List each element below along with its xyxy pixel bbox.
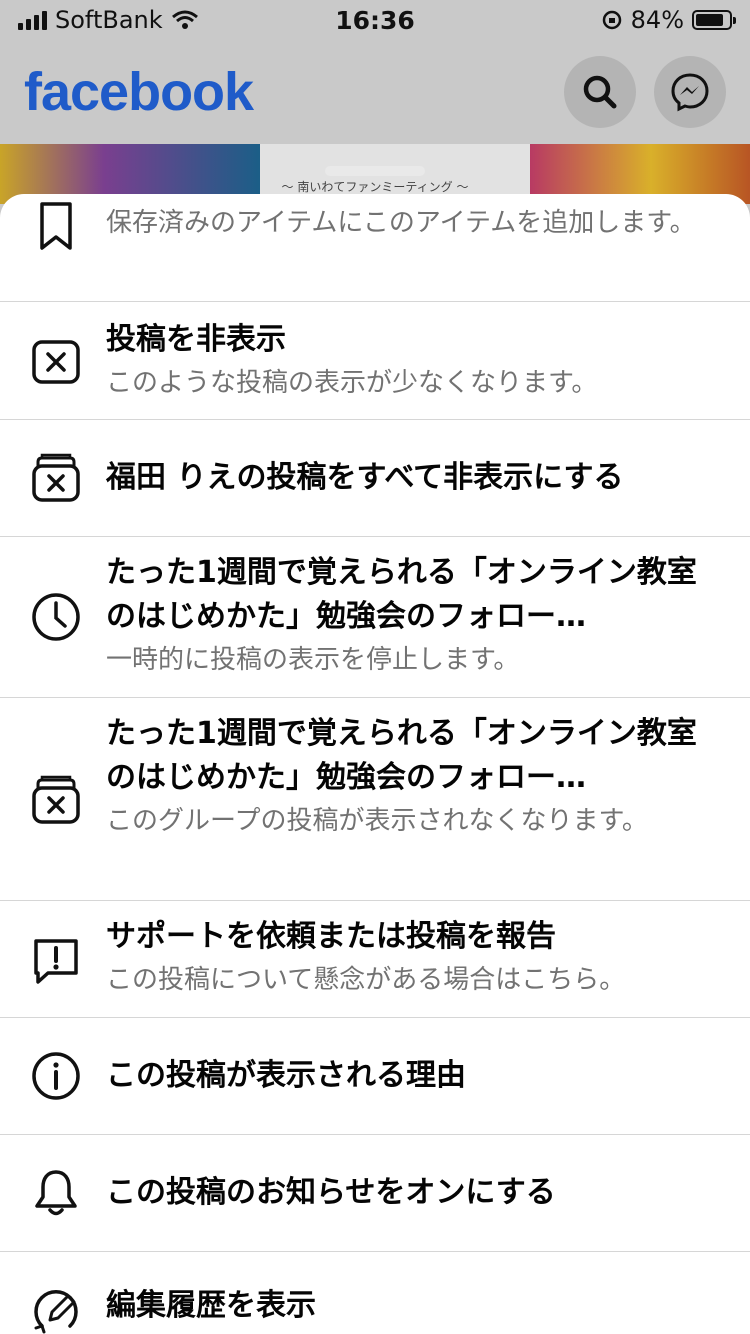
header-actions [564,56,726,128]
signal-icon [18,10,47,30]
carrier-label: SoftBank [55,6,163,34]
menu-item-title: サポートを依頼または投稿を報告 [106,919,556,954]
clock-icon [32,593,80,641]
status-left: SoftBank [18,6,199,34]
hide-all-icon [32,453,80,502]
menu-item-title: たった1週間で覚えられる「オンライン教室のはじめかた」勉強会のフォロー… [106,555,697,634]
sheet-drag-handle[interactable] [325,166,425,176]
menu-item-save[interactable]: 保存済みのアイテムにこのアイテムを追加します。 [0,194,750,302]
report-icon [34,939,78,984]
orientation-lock-icon [602,10,621,30]
menu-item-title: 投稿を非表示 [106,322,286,357]
bell-icon [35,1170,77,1216]
menu-item-subtitle: このような投稿の表示が少なくなります。 [106,368,598,398]
menu-item-title: この投稿が表示される理由 [106,1058,466,1093]
menu-item-notifications[interactable]: この投稿のお知らせをオンにする [0,1135,750,1252]
menu-item-title: この投稿のお知らせをオンにする [106,1175,556,1210]
menu-item-hide-post[interactable]: 投稿を非表示 このような投稿の表示が少なくなります。 [0,302,750,420]
facebook-logo[interactable]: facebook [24,61,254,123]
app-header: facebook [0,40,750,144]
menu-item-snooze-group[interactable]: たった1週間で覚えられる「オンライン教室のはじめかた」勉強会のフォロー… 一時的… [0,537,750,698]
menu-item-title: 福田 りえの投稿をすべて非表示にする [106,460,624,495]
messenger-button[interactable] [654,56,726,128]
menu-item-report[interactable]: サポートを依頼または投稿を報告 この投稿について懸念がある場合はこちら。 [0,901,750,1018]
menu-item-subtitle: 保存済みのアイテムにこのアイテムを追加します。 [106,208,696,238]
menu-item-hide-group[interactable]: たった1週間で覚えられる「オンライン教室のはじめかた」勉強会のフォロー… このグ… [0,698,750,901]
messenger-icon [671,73,709,112]
menu-item-subtitle: この投稿について懸念がある場合はこちら。 [106,965,626,995]
edit-history-icon [34,1289,78,1334]
menu-item-title: 編集履歴を表示 [106,1288,316,1323]
banner-caption: ～ 南いわてファンミーティング ～ [281,180,469,194]
menu-item-subtitle: このグループの投稿が表示されなくなります。 [106,806,648,836]
status-bar: SoftBank 16:36 84% [0,0,750,40]
post-options-sheet: 保存済みのアイテムにこのアイテムを追加します。 投稿を非表示 このような投稿の表… [0,194,750,1334]
bookmark-icon [40,202,72,250]
hide-group-icon [32,775,80,824]
menu-item-edit-history[interactable]: 編集履歴を表示 [0,1252,750,1334]
menu-item-subtitle: 一時的に投稿の表示を停止します。 [106,645,520,675]
hide-post-icon [32,340,80,384]
wifi-icon [171,10,198,29]
info-icon [32,1052,80,1100]
battery-icon [692,10,736,30]
menu-item-hide-all-from-user[interactable]: 福田 りえの投稿をすべて非表示にする [0,420,750,537]
menu-item-why-seeing[interactable]: この投稿が表示される理由 [0,1018,750,1135]
battery-percent: 84% [630,6,684,34]
status-right: 84% [601,6,736,34]
search-button[interactable] [564,56,636,128]
search-icon [583,75,617,109]
menu-item-title: たった1週間で覚えられる「オンライン教室のはじめかた」勉強会のフォロー… [106,716,697,795]
